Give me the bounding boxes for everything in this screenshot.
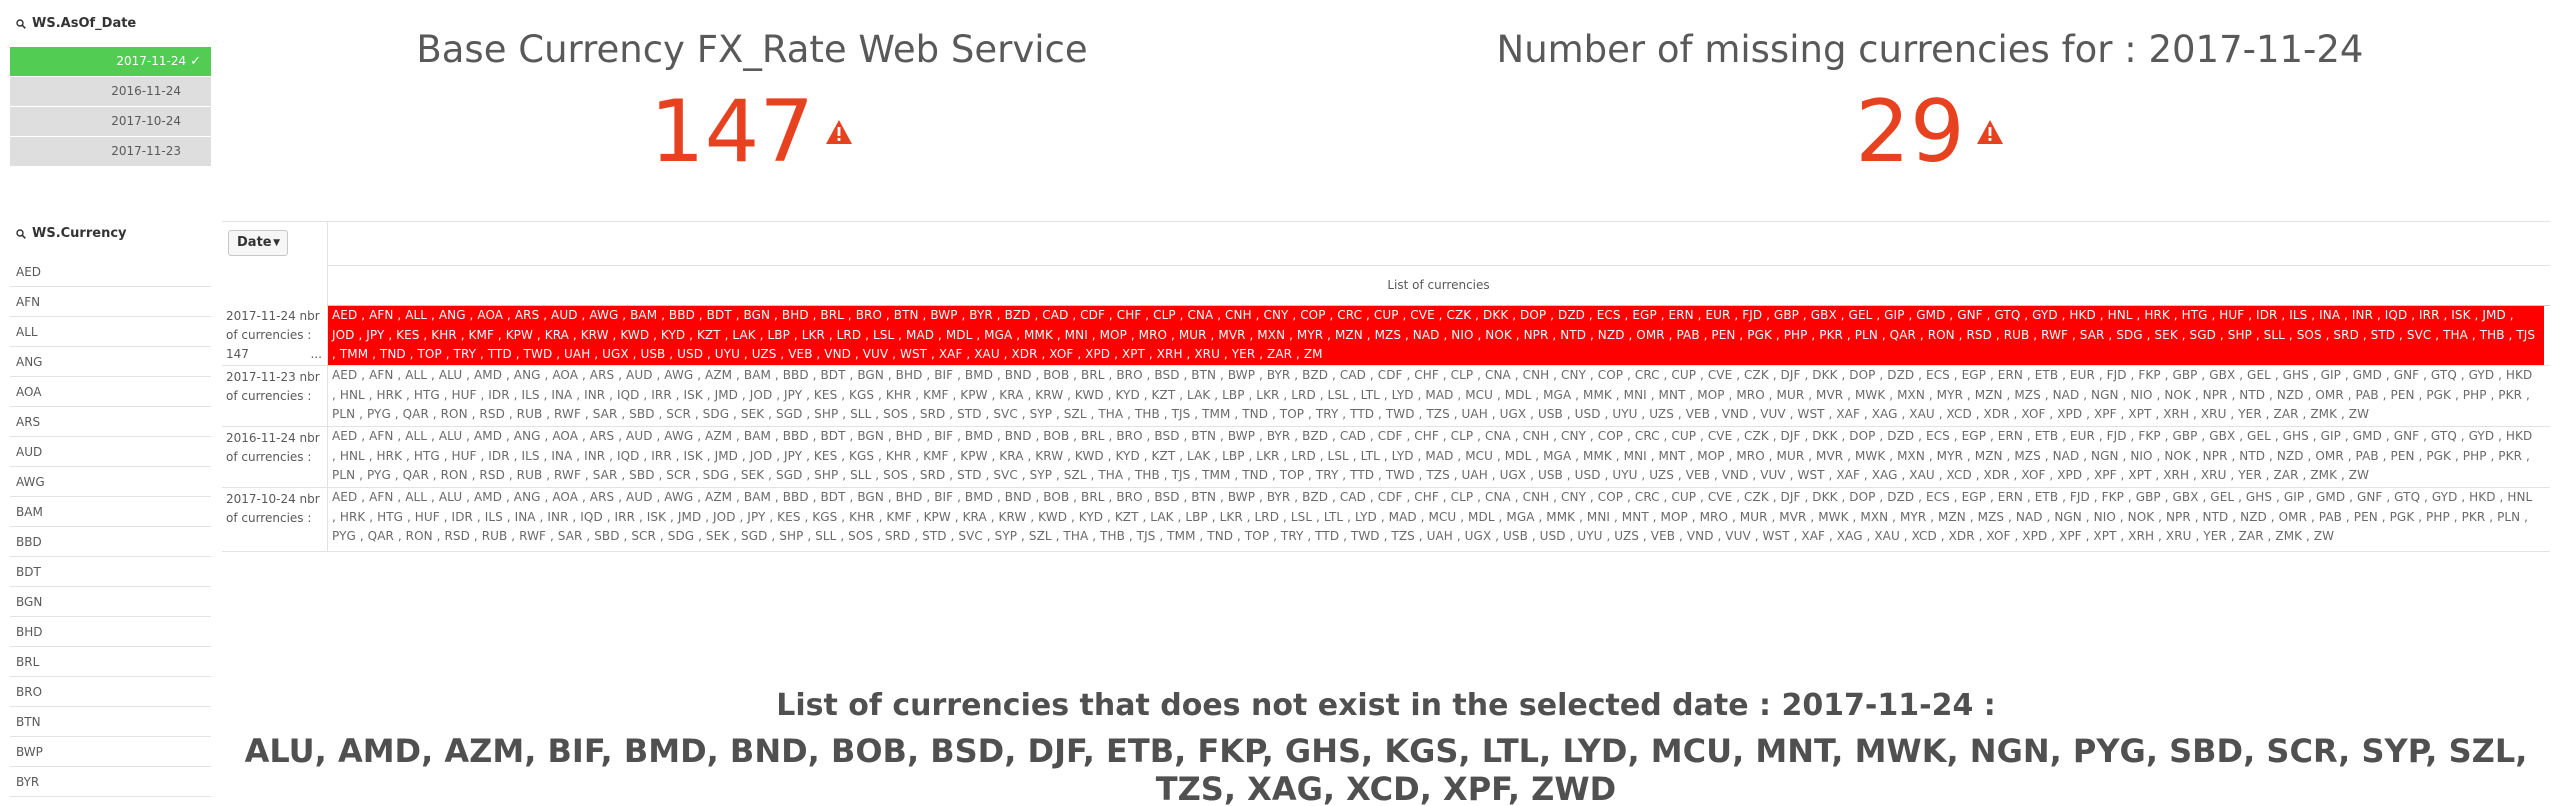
currency-item[interactable]: ARS bbox=[10, 407, 211, 437]
row-label: 2017-11-24 nbr of currencies : 147 ... bbox=[226, 307, 322, 364]
row-label-line: 2017-11-24 nbr bbox=[226, 309, 320, 323]
currency-item[interactable]: AFN bbox=[10, 287, 211, 317]
caret-down-icon: ▼ bbox=[273, 238, 280, 248]
row-label: 2017-10-24 nbr of currencies : bbox=[226, 490, 322, 528]
kpi-left-number: 147 bbox=[649, 82, 815, 182]
currency-filter-label: WS.Currency bbox=[32, 226, 127, 241]
currency-pivot-table: Date ▼ List of currencies 2017-11-24 nbr… bbox=[222, 221, 2550, 552]
currency-item[interactable]: ANG bbox=[10, 347, 211, 377]
currency-filter-title[interactable]: WS.Currency bbox=[16, 226, 127, 241]
currency-item[interactable]: BAM bbox=[10, 497, 211, 527]
row-count: 147 bbox=[226, 347, 249, 361]
currency-item[interactable]: ALL bbox=[10, 317, 211, 347]
currency-item[interactable]: AED bbox=[10, 257, 211, 287]
currency-item[interactable]: AUD bbox=[10, 437, 211, 467]
missing-currencies-list: ALU, AMD, AZM, BIF, BMD, BND, BOB, BSD, … bbox=[244, 732, 2528, 806]
kpi-right-number: 29 bbox=[1855, 82, 1965, 182]
kpi-right-value: 29 bbox=[1400, 82, 2460, 182]
date-item[interactable]: 2017-11-23 bbox=[10, 137, 211, 166]
missing-currencies-title: List of currencies that does not exist i… bbox=[776, 688, 1996, 723]
currency-item[interactable]: BHD bbox=[10, 617, 211, 647]
currency-item[interactable]: BGN bbox=[10, 587, 211, 617]
row-label-line: of currencies : bbox=[226, 511, 312, 525]
date-item-label: 2016-11-24 bbox=[111, 84, 181, 98]
date-item[interactable]: 2017-10-24 bbox=[10, 107, 211, 136]
kpi-right-title: Number of missing currencies for : 2017-… bbox=[1496, 28, 2364, 71]
currency-filter-list: AED AFN ALL ANG AOA ARS AUD AWG BAM BBD BDT BGN BHD B… bbox=[10, 257, 211, 797]
row-label-line: of currencies : bbox=[226, 450, 312, 464]
date-item-label: 2017-11-23 bbox=[111, 144, 181, 158]
kpi-left-title: Base Currency FX_Rate Web Service bbox=[416, 28, 1088, 71]
row-label-line: 147 ... bbox=[226, 345, 322, 364]
currency-item[interactable]: BRL bbox=[10, 647, 211, 677]
search-icon bbox=[16, 18, 26, 29]
table-cell[interactable]: AED , AFN , ALL , ALU , AMD , ANG , AOA … bbox=[328, 488, 2544, 548]
row-label-line: of currencies : bbox=[226, 328, 312, 342]
currency-item[interactable]: AWG bbox=[10, 467, 211, 497]
currency-item[interactable]: BYR bbox=[10, 767, 211, 797]
table-cell[interactable]: AED , AFN , ALL , ALU , AMD , ANG , AOA … bbox=[328, 366, 2544, 425]
check-icon: ✓ bbox=[190, 54, 201, 69]
row-label-line: 2017-11-23 nbr bbox=[226, 370, 320, 384]
table-cell[interactable]: AED , AFN , ALL , ANG , AOA , ARS , AUD … bbox=[328, 306, 2544, 365]
row-label: 2017-11-23 nbr of currencies : bbox=[226, 368, 322, 406]
row-ellipsis: ... bbox=[310, 347, 322, 361]
dropdown-label: Date bbox=[237, 235, 272, 250]
currency-item[interactable]: BRO bbox=[10, 677, 211, 707]
header-divider bbox=[327, 265, 2550, 266]
row-label-line: of currencies : bbox=[226, 389, 312, 403]
dashboard: WS.AsOf_Date 2017-11-24 ✓ 2016-11-24 2017… bbox=[0, 0, 2559, 806]
kpi-left-value: 147 bbox=[222, 82, 1282, 182]
currency-item[interactable]: AOA bbox=[10, 377, 211, 407]
currency-item[interactable]: BDT bbox=[10, 557, 211, 587]
currency-item[interactable]: BBD bbox=[10, 527, 211, 557]
column-header: List of currencies bbox=[1387, 278, 1490, 292]
search-icon bbox=[16, 228, 26, 239]
date-item-label: 2017-11-24 bbox=[116, 54, 187, 68]
row-label: 2016-11-24 nbr of currencies : bbox=[226, 429, 322, 467]
date-item[interactable]: 2017-11-24 ✓ bbox=[10, 47, 211, 76]
warning-icon bbox=[1976, 120, 2003, 144]
row-label-line: 2017-10-24 nbr bbox=[226, 492, 320, 506]
date-filter-list: 2017-11-24 ✓ 2016-11-24 2017-10-24 2017-1… bbox=[10, 47, 211, 167]
table-cell[interactable]: AED , AFN , ALL , ALU , AMD , ANG , AOA … bbox=[328, 427, 2544, 486]
row-label-line: 2016-11-24 nbr bbox=[226, 431, 320, 445]
date-dimension-dropdown[interactable]: Date ▼ bbox=[228, 230, 288, 256]
row-divider bbox=[222, 551, 2550, 552]
date-filter-title[interactable]: WS.AsOf_Date bbox=[16, 16, 136, 31]
date-item-label: 2017-10-24 bbox=[111, 114, 181, 128]
currency-item[interactable]: BWP bbox=[10, 737, 211, 767]
date-item[interactable]: 2016-11-24 bbox=[10, 77, 211, 106]
warning-icon bbox=[826, 120, 853, 144]
currency-item[interactable]: BTN bbox=[10, 707, 211, 737]
date-filter-label: WS.AsOf_Date bbox=[32, 16, 137, 31]
